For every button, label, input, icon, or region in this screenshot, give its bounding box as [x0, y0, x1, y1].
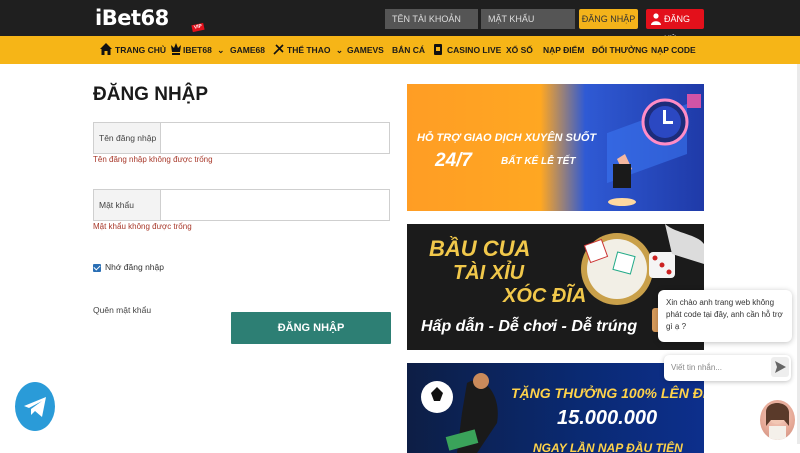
telegram-button[interactable]	[15, 382, 55, 431]
banner-support[interactable]: HỖ TRỢ GIAO DỊCH XUYÊN SUỐT 24/7 BẤT KỂ …	[407, 84, 704, 211]
nav-label: THỂ THAO	[287, 45, 331, 55]
username-field[interactable]: Tên đăng nhập	[93, 122, 390, 154]
login-submit-button[interactable]: ĐĂNG NHẬP	[231, 312, 391, 344]
banner-games-line1: BẦU CUA	[429, 236, 531, 261]
user-icon	[651, 13, 661, 25]
casino-icon	[434, 44, 442, 55]
password-input-main[interactable]	[162, 190, 389, 220]
password-label: Mật khẩu	[94, 190, 161, 220]
main-nav: TRANG CHỦ VIP IBET68 ⌄ GAME68 THỂ THAO ⌄…	[0, 22, 800, 64]
nav-item-code[interactable]: NẠP CODE	[651, 36, 696, 64]
banner-games-tagline: Hấp dẫn - Dễ chơi - Dễ trúng	[421, 318, 638, 335]
banner-support-line2: 24/7	[435, 150, 472, 171]
nav-item-deposit[interactable]: NẠP ĐIỂM	[543, 36, 584, 64]
header-login-button[interactable]: ĐĂNG NHẬP	[579, 9, 638, 29]
banner-bonus-line1: TẶNG THƯỞNG 100% LÊN ĐẾN	[511, 385, 704, 401]
chevron-down-icon: ⌄	[217, 45, 225, 55]
username-label: Tên đăng nhập	[94, 123, 161, 153]
banner-support-line1: HỖ TRỢ GIAO DỊCH XUYÊN SUỐT	[417, 132, 597, 144]
vip-icon	[171, 43, 181, 55]
nav-item-ibet68[interactable]: VIP IBET68 ⌄	[170, 22, 225, 64]
username-error: Tên đăng nhập không được trống	[93, 155, 213, 164]
nav-item-home[interactable]: TRANG CHỦ	[100, 36, 166, 64]
support-illustration	[607, 94, 701, 206]
nav-label: IBET68	[183, 45, 212, 55]
nav-item-gamevs[interactable]: GAMEVS	[347, 36, 384, 64]
header-register-button[interactable]: ĐĂNG KÝ	[646, 9, 704, 44]
sports-icon	[273, 44, 284, 55]
nav-label: TRANG CHỦ	[115, 45, 166, 55]
nav-item-game68[interactable]: GAME68	[230, 36, 265, 64]
nav-item-lottery[interactable]: XỔ SỐ	[506, 36, 533, 64]
password-input[interactable]: MẬT KHẨU	[481, 9, 575, 29]
chat-message-bubble: Xin chào anh trang web không phát code t…	[658, 290, 792, 342]
remember-label: Nhớ đăng nhập	[105, 262, 164, 272]
banner-games-line2: TÀI XỈU	[453, 262, 525, 284]
support-agent-avatar	[766, 403, 789, 440]
banner-support-line3: BẤT KỂ LỄ TẾT	[501, 156, 576, 167]
banner-bonus-line3: NGAY LẦN NẠP ĐẦU TIÊN	[533, 441, 683, 453]
page-title: ĐĂNG NHẬP	[93, 84, 209, 105]
banner-bonus[interactable]: TẶNG THƯỞNG 100% LÊN ĐẾN 15.000.000 NGAY…	[407, 363, 704, 453]
nav-item-rewards[interactable]: ĐỔI THƯỞNG	[592, 36, 648, 64]
nav-item-fishing[interactable]: BẮN CÁ	[392, 36, 425, 64]
banner-games-line3: XÓC ĐĨA	[503, 285, 587, 307]
nav-item-casino-live[interactable]: CASINO LIVE	[433, 36, 501, 64]
password-error: Mật khẩu không được trống	[93, 222, 192, 231]
chevron-down-icon: ⌄	[335, 45, 343, 55]
site-logo[interactable]: iBet68	[95, 6, 169, 30]
top-bar: iBet68 TÊN TÀI KHOẢN MẬT KHẨU ĐĂNG NHẬP …	[0, 0, 800, 44]
username-input-main[interactable]	[162, 123, 389, 153]
nav-label: CASINO LIVE	[447, 45, 502, 55]
password-field[interactable]: Mật khẩu	[93, 189, 390, 221]
telegram-icon	[24, 397, 46, 417]
remember-checkbox[interactable]	[93, 264, 101, 272]
username-input[interactable]: TÊN TÀI KHOẢN	[385, 9, 478, 29]
nav-item-sports[interactable]: THỂ THAO ⌄	[273, 36, 343, 64]
chat-avatar[interactable]	[760, 400, 795, 440]
forgot-password-link[interactable]: Quên mật khẩu	[93, 305, 151, 315]
soccer-illustration	[421, 373, 498, 453]
banner-bonus-line2: 15.000.000	[557, 407, 658, 429]
chat-send-button[interactable]	[771, 357, 789, 377]
send-icon	[775, 361, 786, 373]
home-icon	[100, 43, 112, 55]
